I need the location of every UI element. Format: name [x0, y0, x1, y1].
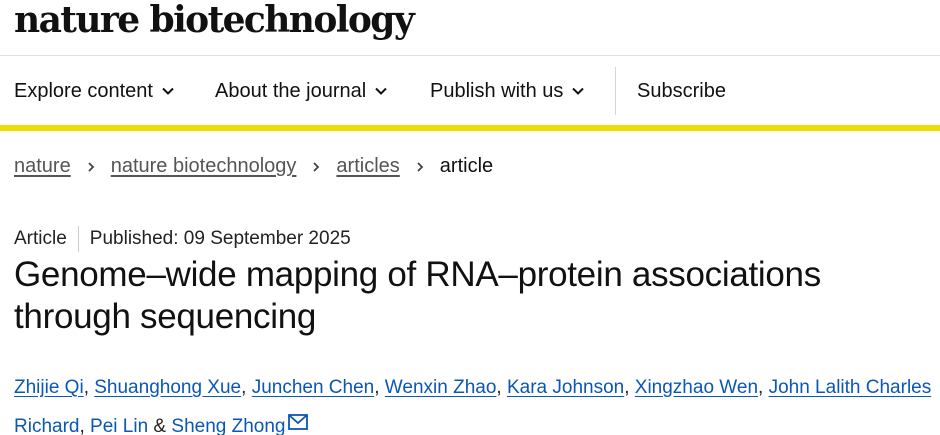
- author-link[interactable]: Zhijie Qi: [14, 377, 84, 398]
- author-separator: ,: [758, 377, 769, 398]
- author-link[interactable]: Wenxin Zhao: [385, 377, 497, 398]
- author-separator: ,: [241, 377, 252, 398]
- journal-logo[interactable]: nature biotechnology: [14, 0, 415, 42]
- author-link[interactable]: Xingzhao Wen: [635, 377, 758, 398]
- breadcrumb-nature-biotechnology[interactable]: nature biotechnology: [111, 155, 297, 178]
- breadcrumb-articles[interactable]: articles: [336, 155, 399, 178]
- nav-about-label: About the journal: [215, 79, 367, 102]
- nav-publish-with-us[interactable]: Publish with us: [430, 57, 585, 125]
- author-link[interactable]: Shuanghong Xue: [94, 377, 241, 398]
- masthead: nature biotechnology: [0, 0, 940, 56]
- author-link-corresponding[interactable]: Sheng Zhong: [171, 416, 285, 435]
- main-nav: Explore content About the journal Publis…: [0, 57, 940, 125]
- chevron-right-icon: [417, 161, 424, 172]
- author-separator: ,: [79, 416, 91, 435]
- article-meta: Article Published: 09 September 2025: [14, 226, 351, 252]
- nav-about-journal[interactable]: About the journal: [215, 57, 388, 125]
- author-list: Zhijie Qi, Shuanghong Xue, Junchen Chen,…: [14, 368, 938, 435]
- chevron-down-icon: [375, 87, 387, 95]
- nav-subscribe[interactable]: Subscribe: [637, 57, 726, 125]
- mail-icon[interactable]: [288, 414, 309, 430]
- published-date: Published: 09 September 2025: [89, 228, 351, 249]
- breadcrumb-nature[interactable]: nature: [14, 155, 71, 178]
- author-link[interactable]: Junchen Chen: [252, 377, 375, 398]
- nav-explore-content[interactable]: Explore content: [14, 57, 175, 125]
- chevron-right-icon: [88, 161, 94, 172]
- author-last-separator: &: [148, 416, 172, 435]
- article-title: Genome–wide mapping of RNA–protein assoc…: [14, 255, 821, 336]
- meta-divider: [77, 226, 79, 252]
- breadcrumb: nature nature biotechnology articles art…: [14, 155, 493, 178]
- author-link[interactable]: Kara Johnson: [507, 377, 624, 398]
- chevron-down-icon: [162, 87, 174, 95]
- author-separator: ,: [83, 377, 95, 398]
- article-type: Article: [14, 228, 67, 249]
- author-separator: ,: [374, 377, 385, 398]
- author-separator: ,: [496, 377, 507, 398]
- nav-publish-label: Publish with us: [430, 79, 564, 102]
- chevron-down-icon: [572, 87, 585, 95]
- accent-bar: [0, 125, 940, 131]
- nav-divider: [615, 67, 616, 115]
- chevron-right-icon: [313, 161, 320, 172]
- nav-explore-label: Explore content: [14, 79, 153, 102]
- breadcrumb-current: article: [439, 155, 494, 177]
- author-separator: ,: [624, 377, 635, 398]
- nav-subscribe-label: Subscribe: [637, 79, 726, 102]
- author-link[interactable]: Pei Lin: [90, 416, 148, 435]
